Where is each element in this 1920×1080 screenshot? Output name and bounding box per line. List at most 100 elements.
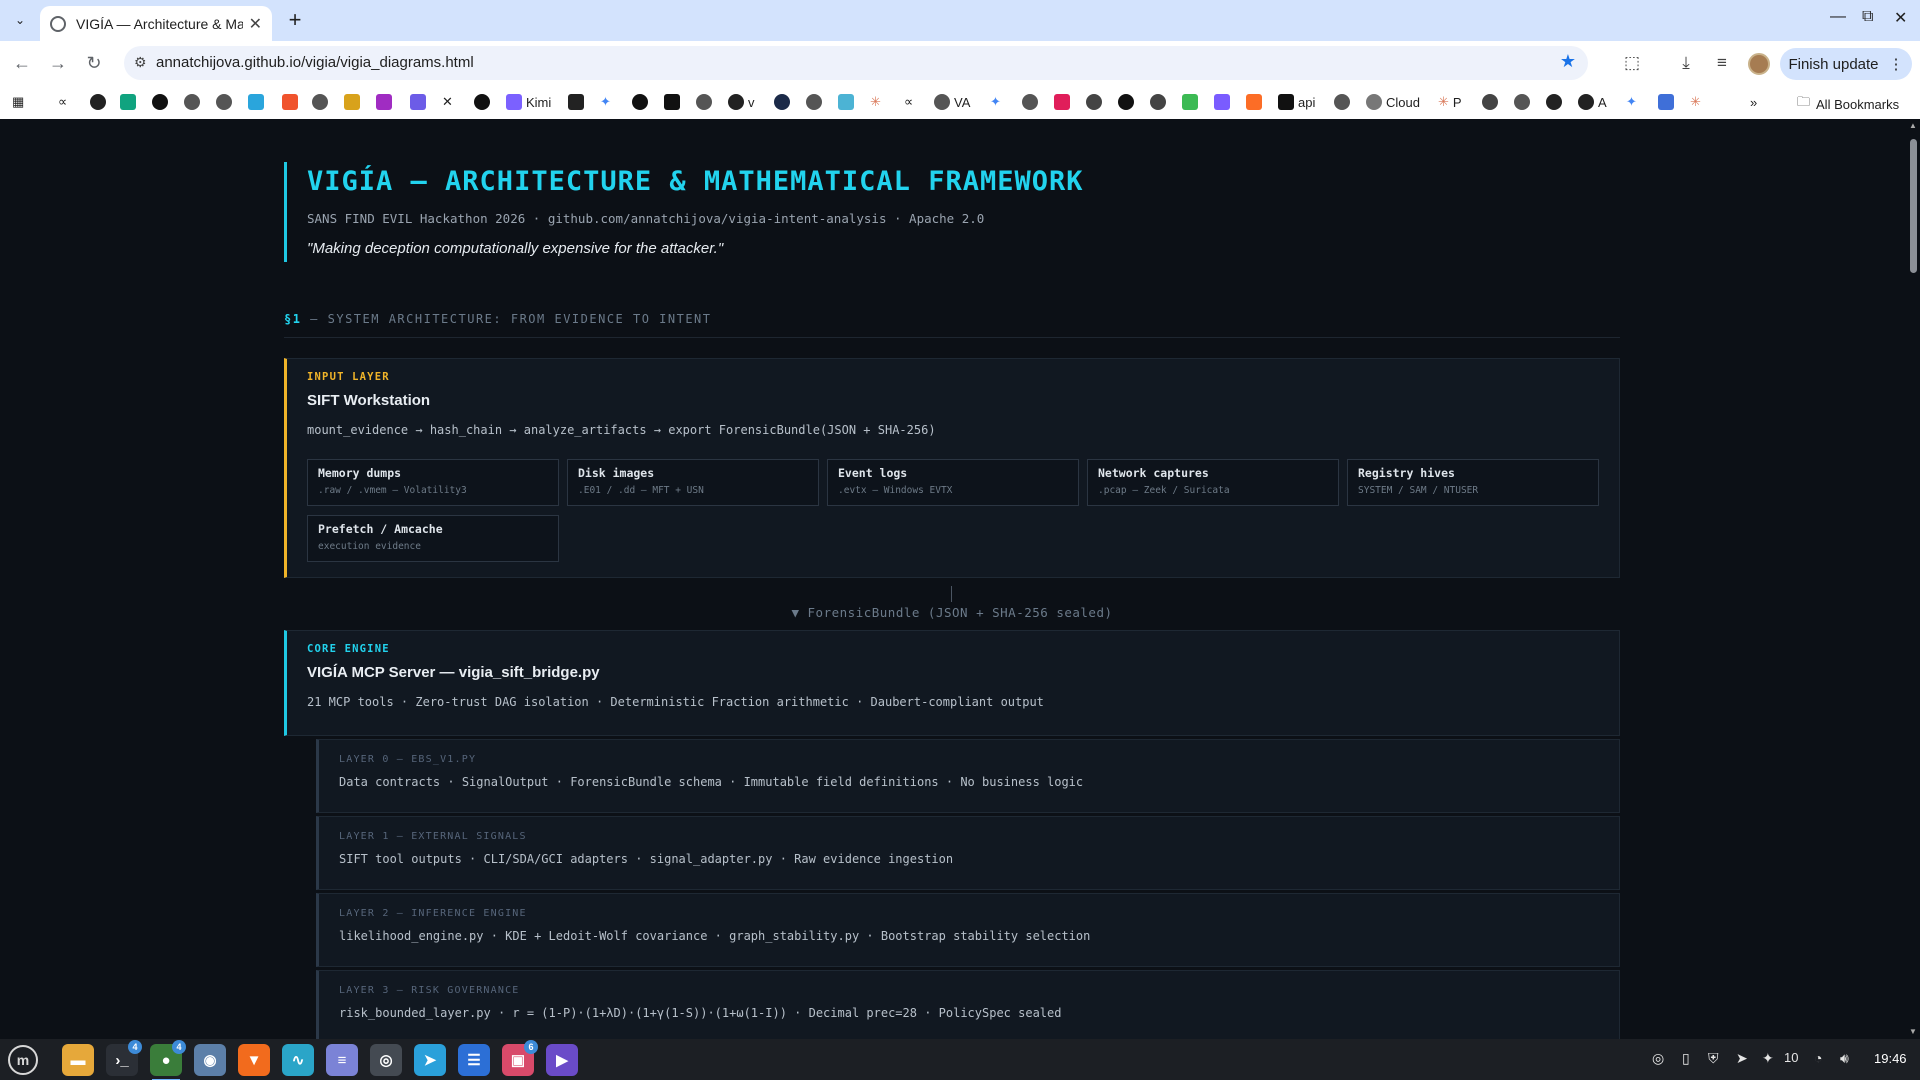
bookmark-cross[interactable]: ✕ (442, 92, 453, 112)
clipboard-tray-icon[interactable]: ▯ (1682, 1050, 1690, 1067)
bookmark-layers[interactable] (344, 92, 360, 112)
site-info-icon[interactable]: ⚙ (134, 54, 147, 71)
bookmark-globe-2[interactable] (216, 92, 232, 112)
new-tab-button[interactable]: + (282, 8, 308, 34)
telegram-tray-icon[interactable]: ➤ (1736, 1050, 1748, 1067)
bookmark-arrow[interactable] (632, 92, 648, 112)
bookmark-gitlab[interactable] (1246, 92, 1262, 112)
bookmark-globe-3[interactable] (312, 92, 328, 112)
bookmark-openai-5[interactable] (1482, 92, 1498, 112)
bookmark-bolt[interactable] (282, 92, 298, 112)
finish-update-label: Finish update (1788, 55, 1879, 73)
bookmark-x[interactable] (120, 92, 136, 112)
layer-description: risk_bounded_layer.py · r = (1-P)·(1+λD)… (339, 1006, 1062, 1020)
telegram-app-icon[interactable]: ➤ (414, 1044, 446, 1076)
bookmark-wave[interactable] (1658, 92, 1674, 112)
obs-tray-icon[interactable]: ◎ (1652, 1050, 1664, 1067)
terminal-app-icon[interactable]: ›_ 4 (106, 1040, 142, 1076)
bookmark-gem[interactable] (1182, 92, 1198, 112)
chrome-app-icon[interactable]: ● 4 (150, 1040, 186, 1080)
media-player-app-icon[interactable]: ▶ (546, 1044, 578, 1076)
notification-tray-icon[interactable]: ✦ (1762, 1050, 1774, 1067)
bookmark-openai-3[interactable] (1118, 92, 1134, 112)
bookmark-p[interactable]: ✳ P (1438, 92, 1462, 112)
tab-search-button[interactable]: ⌄ (8, 8, 32, 32)
restore-icon[interactable]: ⧉ (1862, 8, 1873, 26)
bookmark-sparkle-2[interactable]: ✦ (990, 92, 1001, 112)
download-icon[interactable]: ⤓ (1674, 51, 1698, 75)
page-scrollbar[interactable]: ▲ ▼ (1906, 119, 1920, 1039)
bookmark-openai[interactable] (152, 92, 168, 112)
bookmark-api[interactable]: api (1278, 92, 1315, 112)
profile-avatar[interactable] (1748, 53, 1770, 75)
close-window-icon[interactable]: ✕ (1894, 8, 1907, 28)
bookmark-globe-5[interactable] (806, 92, 822, 112)
bookmark-star-icon[interactable]: ★ (1560, 51, 1576, 72)
address-bar[interactable]: ⚙ annatchijova.github.io/vigia/vigia_dia… (124, 46, 1588, 80)
minimize-icon[interactable]: — (1830, 8, 1846, 26)
bookmark-infinity-2[interactable]: ∝ (904, 92, 913, 112)
start-menu-button[interactable]: m (8, 1045, 38, 1075)
bookmark-vercel[interactable] (664, 92, 680, 112)
bookmark-stack[interactable] (248, 92, 264, 112)
bookmark-openai-2[interactable] (1086, 92, 1102, 112)
reload-icon[interactable]: ↻ (82, 51, 106, 75)
bookmark-triangle[interactable] (474, 92, 490, 112)
obs-app-icon[interactable]: ◎ (370, 1044, 402, 1076)
active-tab[interactable]: VIGÍA — Architecture & Math ✕ (40, 6, 272, 41)
scroll-up-icon[interactable]: ▲ (1909, 121, 1917, 130)
bookmark-app[interactable] (376, 92, 392, 112)
text-editor-app-icon[interactable]: ☰ (458, 1044, 490, 1076)
apps-grid-icon[interactable]: ▦ (12, 92, 24, 112)
bookmark-globe-8[interactable] (1514, 92, 1530, 112)
bookmark-burst-3[interactable]: ✳ (1690, 92, 1701, 112)
scroll-down-icon[interactable]: ▼ (1909, 1027, 1917, 1036)
bookmark-github-a[interactable]: A (1578, 92, 1607, 112)
notes-app-icon[interactable]: ≡ (326, 1044, 358, 1076)
all-bookmarks[interactable]: 🗀 All Bookmarks (1797, 93, 1899, 115)
bookmark-link[interactable] (1214, 92, 1230, 112)
bookmark-infinity[interactable]: ∝ (58, 92, 67, 112)
volume-icon[interactable]: 🔊︎ (1840, 1050, 1849, 1067)
bookmark-github-v[interactable]: v (728, 92, 755, 112)
bookmark-kimi[interactable]: Kimi (506, 92, 551, 112)
bookmark-star-burst[interactable]: ✳ (870, 92, 881, 112)
bookmark-bot[interactable] (410, 92, 426, 112)
url-text[interactable]: annatchijova.github.io/vigia/vigia_diagr… (156, 54, 474, 71)
back-icon[interactable]: ← (10, 51, 34, 75)
bookmark-dark-app[interactable] (568, 92, 584, 112)
bookmark-slack[interactable] (1054, 92, 1070, 112)
bookmark-va[interactable]: VA (934, 92, 970, 112)
media-control-icon[interactable]: ≡ (1710, 51, 1734, 75)
bookmark-d[interactable] (774, 92, 790, 112)
bookmark-globe-1[interactable] (184, 92, 200, 112)
brave-app-icon[interactable]: ▼ (238, 1044, 270, 1076)
bookmark-openai-4[interactable] (1150, 92, 1166, 112)
bookmark-github-2[interactable] (1546, 92, 1562, 112)
bookmark-globe-4[interactable] (696, 92, 712, 112)
scrollbar-thumb[interactable] (1910, 139, 1917, 273)
bookmark-cloud[interactable]: Cloud (1366, 92, 1420, 112)
close-tab-icon[interactable]: ✕ (249, 14, 262, 34)
files-app-icon[interactable]: ▬ (62, 1044, 94, 1076)
bookmark-globe-7[interactable] (1334, 92, 1350, 112)
layer-card: LAYER 2 — INFERENCE ENGINE likelihood_en… (316, 893, 1620, 967)
monitor-app-icon[interactable]: ∿ (282, 1044, 314, 1076)
extensions-icon[interactable]: ⬚ (1620, 51, 1644, 75)
bookmark-globe-6[interactable] (1022, 92, 1038, 112)
photos-app-icon[interactable]: ▣ 6 (502, 1040, 538, 1076)
forward-icon[interactable]: → (46, 51, 70, 75)
shield-tray-icon[interactable]: ⛨ (1708, 1050, 1719, 1067)
screenshot-app-icon[interactable]: ◉ (194, 1044, 226, 1076)
layer-heading: LAYER 2 — INFERENCE ENGINE (339, 908, 527, 919)
bookmark-loop[interactable] (838, 92, 854, 112)
wifi-icon[interactable]: ◔ (1814, 1050, 1822, 1066)
bookmark-sparkle[interactable]: ✦ (600, 92, 611, 112)
bookmark-sparkle-3[interactable]: ✦ (1626, 92, 1637, 112)
more-bookmarks-icon[interactable]: » (1750, 92, 1757, 112)
bookmark-github[interactable] (90, 92, 106, 112)
all-bookmarks-label: All Bookmarks (1816, 96, 1900, 112)
layer-heading: LAYER 3 — RISK GOVERNANCE (339, 985, 520, 996)
system-clock[interactable]: 19:46 (1874, 1051, 1907, 1066)
finish-update-button[interactable]: Finish update ⋮ (1780, 48, 1912, 80)
